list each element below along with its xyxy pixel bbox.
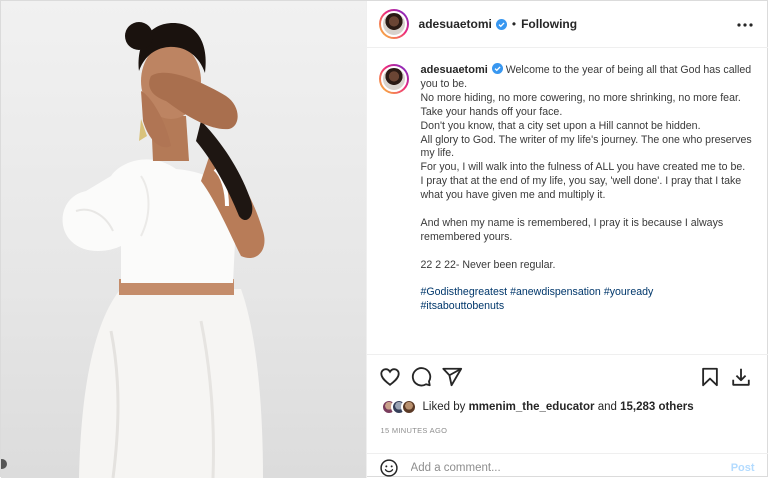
likes-count[interactable]: 15,283 others xyxy=(620,401,694,413)
post-header: adesuaetomi • Following xyxy=(366,1,768,48)
woman-in-white-illustration xyxy=(62,22,265,478)
action-bar xyxy=(366,354,768,399)
hashtag-line: #Godisthegreatest #anewdispensation #youre… xyxy=(421,286,753,300)
post-timestamp[interactable]: 15 MINUTES AGO xyxy=(381,426,448,435)
author-username[interactable]: adesuaetomi xyxy=(419,17,492,31)
caption-line: Don't you know, that a city set upon a H… xyxy=(420,119,701,132)
download-icon xyxy=(731,368,750,386)
share-button[interactable] xyxy=(441,366,463,388)
hashtag-link[interactable]: #Godisthegreatest xyxy=(421,286,508,298)
hashtag-link[interactable]: #itsabouttobenuts xyxy=(421,300,505,312)
caption-body: adesuaetomi Welcome to the year of being… xyxy=(421,63,753,353)
caption-line: For you, I will walk into the fulness of… xyxy=(420,161,746,174)
following-button[interactable]: Following xyxy=(521,17,577,31)
hashtag-line: #itsabouttobenuts xyxy=(421,300,753,314)
caption-line: 22 2 22- Never been regular. xyxy=(420,258,556,271)
caption-author-avatar[interactable] xyxy=(378,64,409,94)
post-photo[interactable] xyxy=(1,1,366,478)
bookmark-icon xyxy=(701,367,718,387)
post-side-panel: adesuaetomi • Following adesuaetomi Welc… xyxy=(365,1,768,478)
comment-box: Post xyxy=(366,453,768,478)
hashtag-link[interactable]: #youready xyxy=(604,286,653,298)
liker-username[interactable]: mmenim_the_educator xyxy=(469,401,595,413)
caption-line: And when my name is remembered, I pray i… xyxy=(420,216,724,243)
heart-icon xyxy=(379,368,400,386)
save-button[interactable] xyxy=(699,366,721,388)
avatar-image xyxy=(380,11,407,37)
emoji-icon[interactable] xyxy=(379,458,399,478)
likes-text: Liked by mmenim_the_educator and 15,283 … xyxy=(423,401,694,413)
author-avatar[interactable] xyxy=(378,9,409,39)
post-comment-button[interactable]: Post xyxy=(731,462,755,474)
caption-line: All glory to God. The writer of my life'… xyxy=(420,133,752,160)
comment-button[interactable] xyxy=(410,366,432,388)
comment-icon xyxy=(411,367,431,387)
share-icon xyxy=(441,367,462,387)
liker-avatar[interactable] xyxy=(400,399,417,415)
caption-username[interactable]: adesuaetomi xyxy=(421,64,488,76)
like-button[interactable] xyxy=(379,366,401,388)
likes-summary: Liked by mmenim_the_educator and 15,283 … xyxy=(380,398,694,416)
comment-input[interactable] xyxy=(410,462,731,474)
download-button[interactable] xyxy=(730,366,752,388)
caption-line: I pray that at the end of my life, you s… xyxy=(420,175,742,202)
liked-by-label: Liked by xyxy=(422,401,466,413)
hashtag-link[interactable]: #anewdispensation xyxy=(510,286,601,298)
post-caption: adesuaetomi Welcome to the year of being… xyxy=(367,49,768,353)
verified-badge-icon xyxy=(491,63,503,74)
header-separator: • xyxy=(511,17,517,31)
verified-badge-icon xyxy=(495,18,507,30)
avatar-image xyxy=(380,66,407,92)
more-options-icon[interactable] xyxy=(735,15,755,35)
likes-and-label: and xyxy=(597,401,617,413)
caption-line: No more hiding, no more cowering, no mor… xyxy=(420,91,741,118)
instagram-post: adesuaetomi • Following adesuaetomi Welc… xyxy=(0,0,768,478)
